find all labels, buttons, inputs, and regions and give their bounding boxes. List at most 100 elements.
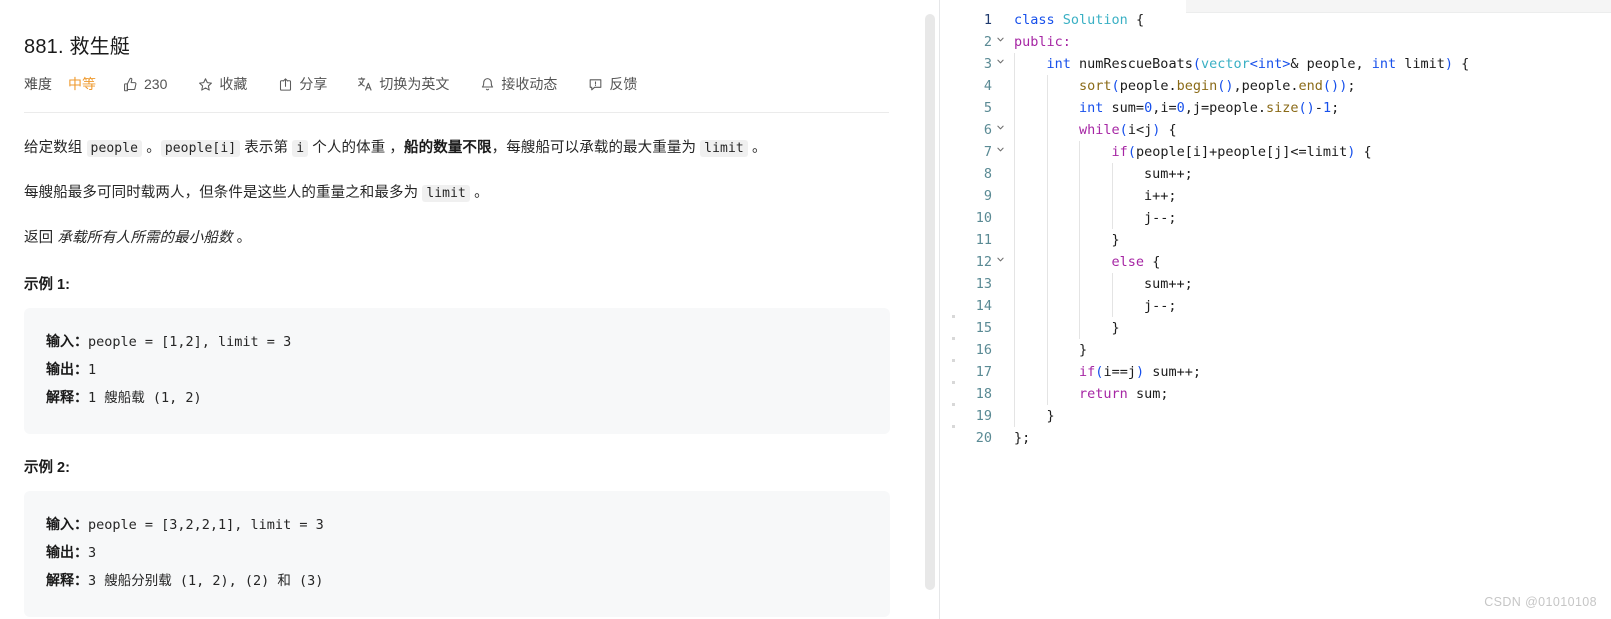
share-icon [277, 76, 293, 92]
code-line[interactable]: 1 class Solution { [966, 9, 1611, 31]
paragraph-text: 给定数组 [24, 140, 87, 156]
problem-meta-bar: 难度 中等 230 收藏 分享 切换为英文 接收动态 反馈 [24, 74, 915, 94]
code-text: } [1008, 339, 1087, 361]
code-editor-panel[interactable]: 1 class Solution {2 public: 3 int numRescue… [940, 0, 1611, 619]
code-line[interactable]: 5 int sum=0,i=0,j=people.size()-1; [966, 97, 1611, 119]
line-number: 3 [983, 56, 992, 72]
paragraph-text: 表示第 [240, 140, 293, 156]
indent-guide [1014, 383, 1015, 405]
code-line[interactable]: 4 sort(people.begin(),people.end()); [966, 75, 1611, 97]
code-line[interactable]: 20}; [966, 427, 1611, 449]
code-token: 0 [1144, 100, 1153, 116]
indent-guide [1079, 317, 1081, 339]
code-token: - [1314, 100, 1323, 116]
example-title: 示例 2: [24, 460, 70, 476]
indent-guide [1014, 185, 1015, 207]
translate-icon [357, 76, 373, 92]
difficulty-value: 中等 [68, 76, 96, 92]
overview-marker [952, 381, 955, 384]
code-token: i++; [1144, 188, 1177, 204]
code-text: while(i<j) { [1008, 119, 1177, 141]
paragraph-text: ，每艘船可以承载的最大重量为 [491, 140, 701, 156]
difficulty-badge: 难度 中等 [24, 74, 96, 94]
code-line[interactable]: 13 sum++; [966, 273, 1611, 295]
line-number: 8 [983, 166, 992, 182]
line-number: 4 [983, 78, 992, 94]
indent-guide [1014, 119, 1015, 141]
header-divider [24, 112, 889, 113]
code-token: sum; [1127, 386, 1169, 402]
code-token: () [1322, 78, 1340, 94]
code-token: ) [1444, 56, 1454, 72]
code-line[interactable]: 12 else { [966, 251, 1611, 273]
like-button[interactable]: 230 [122, 76, 167, 92]
code-text: sum++; [1008, 163, 1193, 185]
code-line[interactable]: 6 while(i<j) { [966, 119, 1611, 141]
code-token: people. [1119, 78, 1177, 94]
code-token: sum++; [1144, 276, 1193, 292]
bell-icon [479, 76, 495, 92]
code-line[interactable]: 9 i++; [966, 185, 1611, 207]
description-scrollbar-thumb[interactable] [925, 14, 935, 590]
paragraph-text: 。 [232, 230, 252, 246]
chevron-down-icon[interactable] [992, 141, 1008, 163]
code-line[interactable]: 16 } [966, 339, 1611, 361]
description-scrollbar[interactable] [925, 14, 935, 614]
code-token: int [1371, 56, 1397, 72]
code-lines[interactable]: 1 class Solution {2 public: 3 int numRescue… [966, 9, 1611, 449]
example-line-label: 输入： [46, 333, 88, 349]
chevron-down-icon[interactable] [992, 31, 1008, 53]
chevron-down-icon[interactable] [992, 53, 1008, 75]
description-paragraph: 每艘船最多可同时载两人，但条件是这些人的重量之和最多为 limit 。 [24, 180, 904, 207]
share-label: 分享 [299, 76, 328, 92]
indent-guide [1079, 295, 1081, 317]
code-line[interactable]: 8 sum++; [966, 163, 1611, 185]
code-token: while [1079, 122, 1120, 138]
code-text: sort(people.begin(),people.end()); [1008, 75, 1355, 97]
subscribe-button[interactable]: 接收动态 [479, 74, 557, 94]
example-line-value: 3 [88, 545, 97, 561]
code-line[interactable]: 11 } [966, 229, 1611, 251]
example-line-value: 1 [88, 362, 97, 378]
indent-guide [1111, 207, 1113, 229]
indent-guide [1046, 273, 1048, 295]
code-token: } [1046, 408, 1055, 424]
leetcode-problem-screen: 881. 救生艇 难度 中等 230 收藏 分享 切换为英文 接收动态 反馈 给… [0, 0, 1611, 619]
code-token: numRescueBoats [1070, 56, 1193, 72]
favorite-button[interactable]: 收藏 [197, 74, 247, 94]
code-line[interactable]: 3 int numRescueBoats(vector<int>& people… [966, 53, 1611, 75]
code-line[interactable]: 17 if(i==j) sum++; [966, 361, 1611, 383]
indent-guide [1046, 229, 1048, 251]
example-line: 输入：people = [1,2], limit = 3 [46, 328, 868, 356]
translate-button[interactable]: 切换为英文 [357, 74, 449, 94]
code-line[interactable]: 2 public: [966, 31, 1611, 53]
code-token: ; [1347, 78, 1356, 94]
share-button[interactable]: 分享 [277, 74, 327, 94]
code-text: public: [1008, 31, 1071, 53]
code-token: ,j=people. [1184, 100, 1267, 116]
code-line[interactable]: 7 if(people[i]+people[j]<=limit) { [966, 141, 1611, 163]
code-token: & people, [1290, 56, 1372, 72]
chevron-down-icon[interactable] [992, 119, 1008, 141]
code-line[interactable]: 14 j--; [966, 295, 1611, 317]
code-token: begin [1176, 78, 1218, 94]
code-token: people[i]+people[j]<=limit [1135, 144, 1348, 160]
code-token: int [1046, 56, 1071, 72]
favorite-label: 收藏 [219, 76, 248, 92]
paragraph-text: 。 [469, 185, 489, 201]
subscribe-label: 接收动态 [501, 76, 558, 92]
code-line[interactable]: 10 j--; [966, 207, 1611, 229]
code-line[interactable]: 15 } [966, 317, 1611, 339]
line-number: 18 [975, 386, 992, 402]
chevron-down-icon[interactable] [992, 251, 1008, 273]
feedback-button[interactable]: 反馈 [587, 74, 637, 94]
indent-guide [1111, 295, 1113, 317]
code-token: i==j [1103, 364, 1136, 380]
code-line[interactable]: 19 } [966, 405, 1611, 427]
code-line[interactable]: 18 return sum; [966, 383, 1611, 405]
code-token: i<j [1127, 122, 1153, 138]
code-text: int sum=0,i=0,j=people.size()-1; [1008, 97, 1339, 119]
